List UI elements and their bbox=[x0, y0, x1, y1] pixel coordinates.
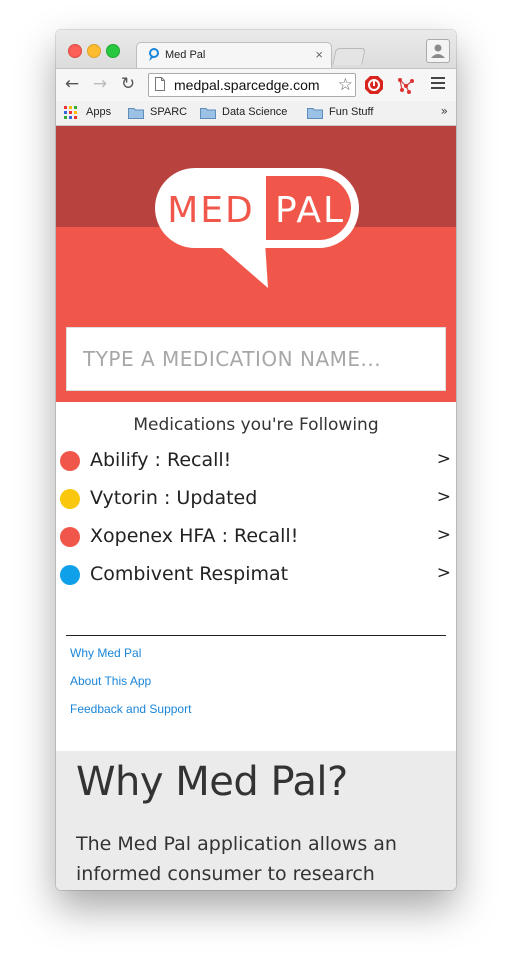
med-pal-favicon-icon bbox=[149, 48, 159, 61]
tab-med-pal[interactable]: Med Pal × bbox=[136, 42, 332, 69]
link-feedback-and-support[interactable]: Feedback and Support bbox=[70, 702, 191, 730]
medication-label: Vytorin : Updated bbox=[90, 487, 258, 509]
person-icon bbox=[431, 44, 445, 58]
window-zoom-button[interactable] bbox=[106, 44, 120, 58]
chevron-right-icon: > bbox=[436, 487, 451, 507]
logo-med-text: MED bbox=[167, 190, 255, 231]
med-pal-logo: MED PAL bbox=[155, 168, 359, 288]
browser-window: Med Pal × ← → ↻ medpal.sparcedge.com ☆ A… bbox=[56, 30, 456, 890]
medication-row-xopenex[interactable]: Xopenex HFA : Recall! > bbox=[56, 522, 456, 560]
stop-extension-icon[interactable] bbox=[364, 75, 384, 95]
updated-status-dot bbox=[60, 489, 80, 509]
medication-label: Combivent Respimat bbox=[90, 563, 289, 585]
normal-status-dot bbox=[60, 565, 80, 585]
medication-row-vytorin[interactable]: Vytorin : Updated > bbox=[56, 484, 456, 522]
bookmarks-bar: Apps SPARC Data Science Fun Stuff » bbox=[56, 101, 456, 126]
chevron-right-icon: > bbox=[436, 449, 451, 469]
page-content: MED PAL Medications you're Following Abi… bbox=[56, 126, 456, 890]
medication-label: Xopenex HFA : Recall! bbox=[90, 525, 299, 547]
chevron-right-icon: > bbox=[436, 525, 451, 545]
link-about-this-app[interactable]: About This App bbox=[70, 674, 191, 702]
footer-links: Why Med Pal About This App Feedback and … bbox=[70, 646, 191, 730]
profile-button[interactable] bbox=[426, 39, 450, 63]
browser-toolbar: ← → ↻ medpal.sparcedge.com ☆ bbox=[56, 68, 456, 101]
apps-grid-icon bbox=[64, 106, 77, 119]
medication-row-combivent[interactable]: Combivent Respimat > bbox=[56, 560, 456, 598]
bookmark-label: Data Science bbox=[222, 106, 288, 118]
medication-list: Abilify : Recall! > Vytorin : Updated > … bbox=[56, 446, 456, 598]
folder-icon bbox=[128, 108, 144, 119]
window-minimize-button[interactable] bbox=[87, 44, 101, 58]
folder-icon bbox=[307, 108, 323, 119]
address-bar[interactable]: medpal.sparcedge.com ☆ bbox=[148, 73, 356, 97]
why-med-pal-section: Why Med Pal? The Med Pal application all… bbox=[56, 751, 456, 890]
folder-icon bbox=[200, 108, 216, 119]
tab-bar: Med Pal × bbox=[56, 30, 456, 69]
medication-label: Abilify : Recall! bbox=[90, 449, 232, 471]
url-text: medpal.sparcedge.com bbox=[174, 77, 320, 93]
graph-extension-icon[interactable] bbox=[396, 75, 416, 95]
new-tab-button[interactable] bbox=[332, 48, 366, 65]
back-button[interactable]: ← bbox=[62, 74, 82, 94]
reload-button[interactable]: ↻ bbox=[118, 74, 138, 94]
chrome-menu-icon[interactable] bbox=[431, 77, 445, 91]
tab-title: Med Pal bbox=[165, 49, 206, 61]
tab-close-icon[interactable]: × bbox=[315, 47, 323, 62]
chevron-right-icon: > bbox=[436, 563, 451, 583]
bookmark-label: SPARC bbox=[150, 106, 188, 118]
why-heading: Why Med Pal? bbox=[76, 759, 348, 805]
link-why-med-pal[interactable]: Why Med Pal bbox=[70, 646, 191, 674]
medication-row-abilify[interactable]: Abilify : Recall! > bbox=[56, 446, 456, 484]
recall-status-dot bbox=[60, 527, 80, 547]
following-title: Medications you're Following bbox=[133, 415, 379, 435]
medication-search-input[interactable] bbox=[66, 327, 446, 391]
forward-button[interactable]: → bbox=[90, 74, 110, 94]
section-divider bbox=[66, 635, 446, 636]
why-body-text: The Med Pal application allows an inform… bbox=[76, 833, 397, 885]
logo-pal-text: PAL bbox=[275, 190, 345, 231]
bookmark-star-icon[interactable]: ☆ bbox=[338, 74, 353, 96]
window-close-button[interactable] bbox=[68, 44, 82, 58]
bookmarks-overflow-icon[interactable]: » bbox=[441, 104, 448, 118]
bookmark-label: Fun Stuff bbox=[329, 106, 374, 118]
recall-status-dot bbox=[60, 451, 80, 471]
page-icon bbox=[155, 77, 165, 91]
bookmark-label: Apps bbox=[86, 106, 112, 118]
